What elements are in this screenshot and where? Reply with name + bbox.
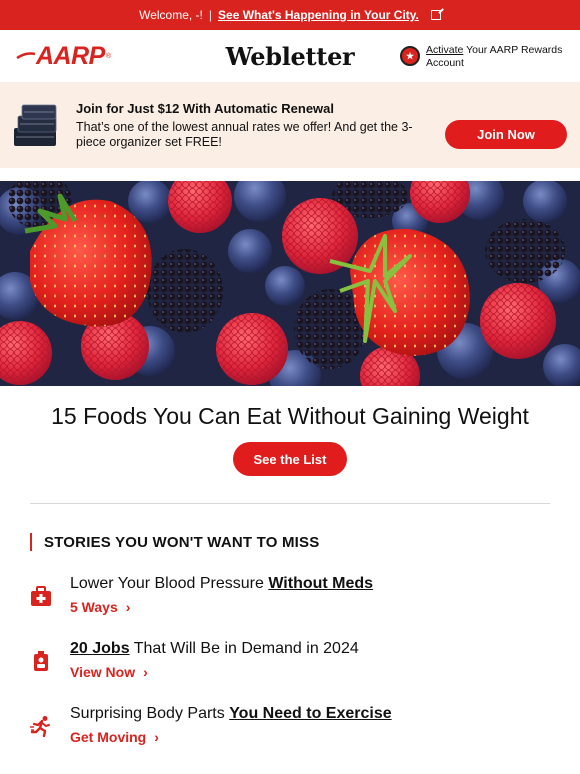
runner-icon bbox=[30, 716, 50, 737]
section-divider bbox=[30, 503, 550, 504]
chevron-right-icon: › bbox=[154, 729, 159, 745]
berries-illustration bbox=[0, 181, 580, 386]
see-the-list-button[interactable]: See the List bbox=[233, 442, 347, 476]
section-title: STORIES YOU WON'T WANT TO MISS bbox=[44, 533, 320, 551]
chevron-right-icon: › bbox=[125, 599, 131, 615]
story-item-jobs: 20 Jobs That Will Be in Demand in 2024 V… bbox=[30, 640, 550, 686]
welcome-text: Welcome, -! bbox=[139, 8, 203, 22]
story-item-blood-pressure: Lower Your Blood Pressure Without Meds 5… bbox=[30, 575, 550, 621]
header: AARP ® Webletter ★ Activate Your AARP Re… bbox=[0, 30, 580, 82]
story-item-exercise: Surprising Body Parts You Need to Exerci… bbox=[30, 705, 550, 751]
join-now-button[interactable]: Join Now bbox=[445, 120, 567, 149]
city-events-link[interactable]: See What's Happening in Your City. bbox=[218, 8, 419, 22]
rewards-badge-icon: ★ bbox=[400, 46, 420, 66]
first-aid-kit-icon bbox=[31, 586, 51, 606]
chevron-right-icon: › bbox=[143, 664, 148, 680]
organizer-set-icon bbox=[14, 104, 57, 146]
membership-promo: Join for Just $12 With Automatic Renewal… bbox=[0, 82, 580, 168]
external-link-icon[interactable] bbox=[430, 10, 441, 20]
berries-hero-image[interactable] bbox=[0, 181, 580, 386]
rewards-activate[interactable]: ★ Activate Your AARP Rewards Account bbox=[400, 44, 575, 70]
section-accent-bar bbox=[30, 533, 32, 551]
top-welcome-bar: Welcome, -! | See What's Happening in Yo… bbox=[0, 0, 580, 30]
section-heading: STORIES YOU WON'T WANT TO MISS bbox=[30, 532, 319, 552]
promo-body: That’s one of the lowest annual rates we… bbox=[76, 120, 413, 149]
story-title[interactable]: Lower Your Blood Pressure Without Meds bbox=[70, 575, 373, 593]
activate-link[interactable]: Activate bbox=[426, 44, 463, 56]
separator: | bbox=[208, 8, 213, 22]
story-title[interactable]: 20 Jobs That Will Be in Demand in 2024 bbox=[70, 640, 359, 658]
id-badge-icon bbox=[34, 651, 48, 671]
story-title[interactable]: Surprising Body Parts You Need to Exerci… bbox=[70, 705, 392, 723]
story-cta-link[interactable]: Get Moving › bbox=[70, 729, 159, 745]
story-cta-link[interactable]: View Now › bbox=[70, 664, 148, 680]
promo-title: Join for Just $12 With Automatic Renewal bbox=[76, 101, 335, 116]
feature-headline[interactable]: 15 Foods You Can Eat Without Gaining Wei… bbox=[0, 403, 580, 430]
story-cta-link[interactable]: 5 Ways › bbox=[70, 599, 130, 615]
